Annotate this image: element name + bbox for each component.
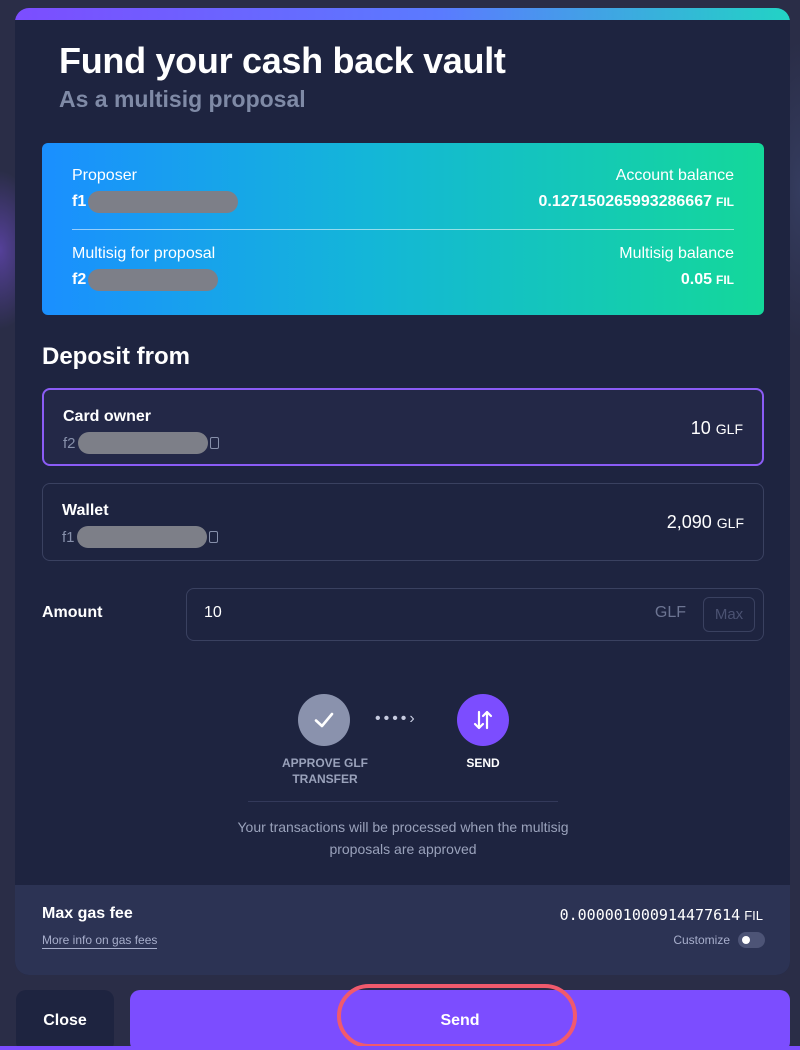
source-name: Wallet <box>62 502 109 519</box>
modal-accent-bar <box>15 8 790 20</box>
redacted-address <box>88 191 239 213</box>
gas-info-link[interactable]: More info on gas fees <box>42 933 158 949</box>
account-balance-value: 0.127150265993286667 <box>538 193 712 210</box>
deposit-source-card-owner[interactable]: Card owner f2 10 GLF <box>42 388 764 466</box>
approve-step-label: APPROVE GLF TRANSFER <box>281 756 368 786</box>
gas-fee-amount: 0.000001000914477614 <box>559 906 741 924</box>
source-amount-unit: GLF <box>715 421 743 437</box>
source-amount-value: 2,090 <box>666 512 712 532</box>
amount-input[interactable]: 10 GLF Max <box>186 588 764 641</box>
send-step-swap-icon <box>457 694 509 746</box>
close-button[interactable]: Close <box>16 990 114 1050</box>
account-balance-unit: FIL <box>716 195 734 209</box>
modal-title: Fund your cash back vault <box>59 40 506 81</box>
processing-info-text: Your transactions will be processed when… <box>237 819 569 857</box>
source-name: Card owner <box>63 408 152 425</box>
summary-divider <box>72 229 734 230</box>
copy-icon[interactable] <box>209 437 219 449</box>
modal-subtitle: As a multisig proposal <box>59 86 306 112</box>
copy-icon[interactable] <box>208 531 218 543</box>
amount-unit: GLF <box>654 604 686 621</box>
source-amount: 10 GLF <box>691 418 743 439</box>
gas-fee-panel: Max gas fee More info on gas fees 0.0000… <box>15 885 790 975</box>
deposit-source-wallet[interactable]: Wallet f1 2,090 GLF <box>42 483 764 561</box>
approve-step-check-icon <box>298 694 350 746</box>
deposit-from-title: Deposit from <box>42 343 191 370</box>
redacted-address <box>88 269 219 291</box>
customize-label: Customize <box>673 933 730 947</box>
gas-fee-label: Max gas fee <box>42 905 133 922</box>
source-address: f1 <box>62 526 218 548</box>
source-amount-unit: GLF <box>716 515 744 531</box>
multisig-address: f2 <box>72 271 87 288</box>
multisig-balance-unit: FIL <box>716 273 734 287</box>
fund-vault-modal: Fund your cash back vault As a multisig … <box>15 8 790 975</box>
source-amount-value: 10 <box>690 418 711 438</box>
bottom-accent-line <box>0 1046 800 1050</box>
multisig-balance-value: 0.05 <box>680 271 712 288</box>
source-address: f2 <box>63 432 219 454</box>
proposal-summary-card: Proposer f1 Account balance 0.1271502659… <box>42 143 764 315</box>
steps-divider <box>248 801 558 802</box>
step-progress-arrow-icon: ••••› <box>375 710 418 727</box>
amount-value: 10 <box>204 604 222 621</box>
gas-fee-unit: FIL <box>744 908 763 923</box>
redacted-address <box>77 432 208 454</box>
proposer-address: f1 <box>72 193 87 210</box>
max-button[interactable]: Max <box>703 597 755 632</box>
send-highlight-annotation <box>337 984 577 1048</box>
source-address-prefix: f2 <box>63 434 76 452</box>
source-amount: 2,090 GLF <box>667 512 744 533</box>
customize-toggle[interactable] <box>738 932 765 948</box>
amount-label: Amount <box>42 604 103 621</box>
source-address-prefix: f1 <box>62 528 75 546</box>
send-step-label: SEND <box>466 756 500 770</box>
multisig-balance-label: Multisig balance <box>619 245 734 262</box>
gas-fee-value: 0.000001000914477614 FIL <box>560 906 763 924</box>
account-balance-label: Account balance <box>615 167 734 184</box>
redacted-address <box>76 526 207 548</box>
